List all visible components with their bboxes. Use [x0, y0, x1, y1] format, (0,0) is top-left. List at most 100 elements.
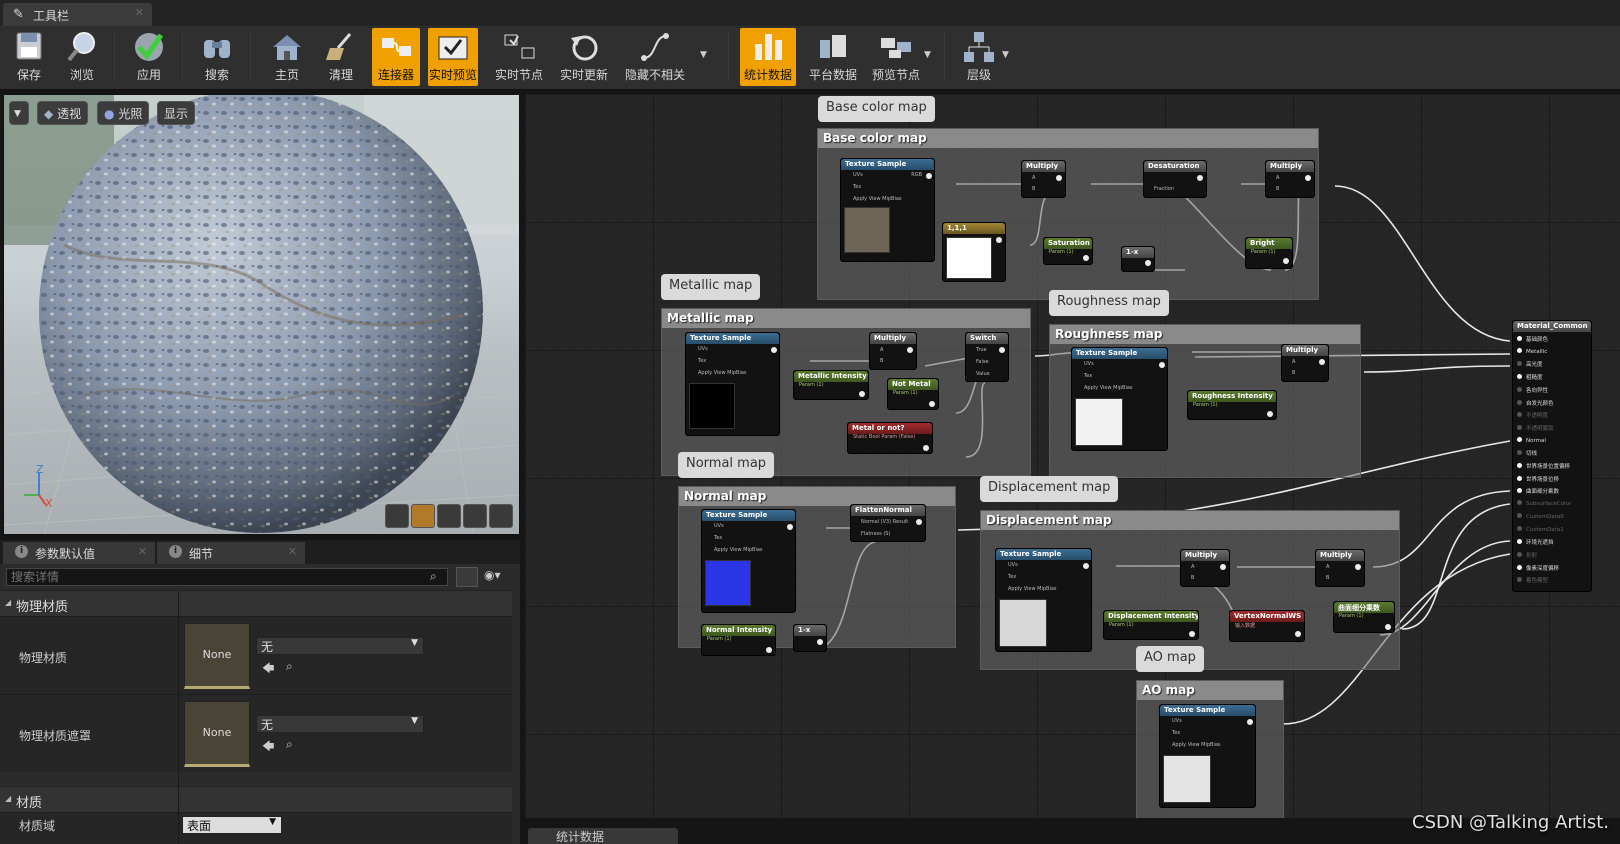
subdivision-param-node[interactable]: 曲面细分乘数 Param (1) [1333, 601, 1395, 633]
texture-sample-node[interactable]: Texture Sample UVs Tex Apply View MipBia… [1071, 347, 1168, 451]
close-icon[interactable]: ✕ [288, 545, 297, 558]
material-input-pin[interactable]: 世界场景位移 [1517, 475, 1559, 483]
eye-icon[interactable]: ◉▾ [484, 568, 501, 582]
search-icon[interactable]: ⌕ [286, 737, 293, 752]
material-input-pin[interactable]: 着色模型 [1517, 576, 1548, 584]
texture-sample-node[interactable]: Texture Sample UVs Tex Apply View MipBia… [701, 509, 796, 613]
clean-button[interactable]: 清理 [318, 28, 364, 86]
hide-unrelated-button[interactable]: 隐藏不相关 [620, 28, 690, 86]
multiply-node[interactable]: Multiply A B [1180, 549, 1230, 587]
material-input-pin[interactable]: 高光度 [1517, 360, 1543, 368]
sphere-icon[interactable] [411, 504, 435, 528]
material-input-pin[interactable]: Normal [1517, 436, 1546, 444]
switch-node[interactable]: Switch True False Value [965, 332, 1009, 382]
category-material[interactable]: ◢ 材质 [0, 786, 512, 812]
material-input-pin[interactable]: 不透明度 [1517, 411, 1548, 419]
asset-thumbnail[interactable]: None [184, 623, 250, 689]
close-icon[interactable]: ✕ [138, 545, 147, 558]
multiply-node[interactable]: Multiply A B [1315, 549, 1365, 587]
comment-tag-roughness[interactable]: Roughness map [1049, 290, 1169, 316]
material-input-pin[interactable]: 自发光颜色 [1517, 399, 1554, 407]
connectors-button[interactable]: 连接器 [372, 28, 420, 86]
not-metal-param-node[interactable]: Not Metal Param (1) [887, 378, 939, 410]
material-input-pin[interactable]: 不透明蒙版 [1517, 424, 1554, 432]
multiply-node[interactable]: Multiply A B [869, 332, 917, 370]
close-icon[interactable]: ✕ [135, 6, 144, 19]
desaturation-node[interactable]: Desaturation Fraction [1143, 160, 1207, 198]
stats-button[interactable]: 统计数据 [740, 28, 796, 86]
metal-or-not-node[interactable]: Metal or not? Static Bool Param (False) [847, 422, 933, 454]
material-input-pin[interactable]: 曲面细分乘数 [1517, 487, 1559, 495]
material-input-pin[interactable]: 折射 [1517, 551, 1537, 559]
output-pin[interactable] [926, 173, 932, 179]
tab-params[interactable]: i 参数默认值 ✕ [3, 542, 155, 564]
chevron-down-icon[interactable]: ▼ [924, 50, 931, 60]
arrow-left-icon[interactable]: 🡄 [262, 659, 274, 680]
perspective-button[interactable]: ◆ 透视 [37, 101, 89, 125]
hierarchy-button[interactable]: 层级 [956, 28, 1002, 86]
search-button[interactable]: 搜索 [194, 28, 240, 86]
search-input[interactable] [6, 568, 448, 586]
material-input-pin[interactable]: 各向异性 [1517, 386, 1548, 394]
material-input-pin[interactable]: 粗糙度 [1517, 373, 1543, 381]
comment-tag-base-color[interactable]: Base color map [818, 96, 935, 122]
vertex-normal-node[interactable]: VertexNormalWS 输入数据 [1229, 610, 1305, 642]
material-input-pin[interactable]: SubsurfaceColor [1517, 500, 1571, 507]
saturation-param-node[interactable]: Saturation Param (1) [1043, 237, 1093, 265]
home-button[interactable]: 主页 [264, 28, 310, 86]
material-input-pin[interactable]: 切线 [1517, 449, 1537, 457]
search-icon[interactable]: ⌕ [286, 659, 293, 674]
normal-intensity-node[interactable]: Normal Intensity Param (1) [701, 624, 776, 656]
plane-icon[interactable] [437, 504, 461, 528]
tab-toolbar[interactable]: ✎ 工具栏 ✕ [3, 3, 152, 26]
cylinder-icon[interactable] [385, 504, 409, 528]
metallic-intensity-node[interactable]: Metallic Intensity Param (1) [793, 370, 869, 400]
teapot-icon[interactable] [489, 504, 513, 528]
chevron-down-icon[interactable]: ▼ [1002, 50, 1009, 60]
comment-tag-normal[interactable]: Normal map [678, 452, 775, 478]
live-preview-button[interactable]: 实时预览 [428, 28, 478, 86]
apply-button[interactable]: 应用 [126, 28, 172, 86]
texture-sample-node[interactable]: Texture Sample UVs Tex Apply View MipBia… [685, 332, 780, 436]
flatten-normal-node[interactable]: FlattenNormal Normal (V3) Result Flatnes… [850, 504, 926, 542]
preview-viewport[interactable]: Z X ▼ ◆ 透视 ● 光照 显示 [3, 94, 520, 535]
platform-stats-button[interactable]: 平台数据 [806, 28, 860, 86]
multiply-node[interactable]: Multiply A B [1021, 160, 1066, 198]
material-input-pin[interactable]: CustomData0 [1517, 512, 1564, 520]
material-domain-select[interactable]: 表面 ▼ [182, 816, 282, 834]
asset-combo[interactable]: 无 ▼ [256, 637, 424, 655]
material-graph[interactable]: Base color map Base color map Texture Sa… [525, 94, 1620, 818]
bright-param-node[interactable]: Bright Param (1) [1245, 237, 1293, 269]
texture-sample-node[interactable]: Texture Sample UVs Tex Apply View MipBia… [995, 548, 1092, 652]
material-input-pin[interactable]: 世界场景位置偏移 [1517, 462, 1570, 470]
material-input-pin[interactable]: CustomData1 [1517, 525, 1564, 533]
category-physical-material[interactable]: ◢ 物理材质 [0, 590, 512, 616]
tab-stats[interactable]: 统计数据 [528, 828, 678, 844]
constant-node[interactable]: 1,1,1 [942, 222, 1006, 282]
live-nodes-button[interactable]: 实时节点 [492, 28, 546, 86]
multiply-node[interactable]: Multiply A B [1265, 160, 1315, 198]
comment-tag-displacement[interactable]: Displacement map [980, 476, 1119, 502]
texture-sample-node[interactable]: Texture Sample UVs Tex Apply View MipBia… [840, 158, 935, 262]
preview-node-button[interactable]: 预览节点 [868, 28, 924, 86]
material-input-pin[interactable]: 基础颜色 [1517, 335, 1548, 343]
one-minus-node[interactable]: 1-x [793, 624, 827, 652]
arrow-left-icon[interactable]: 🡄 [262, 737, 274, 758]
viewport-menu-button[interactable]: ▼ [9, 101, 29, 125]
multiply-node[interactable]: Multiply A B [1281, 344, 1329, 382]
chevron-down-icon[interactable]: ▼ [700, 50, 707, 60]
live-update-button[interactable]: 实时更新 [556, 28, 612, 86]
save-button[interactable]: 保存 [6, 28, 52, 86]
show-button[interactable]: 显示 [157, 101, 196, 125]
material-input-pin[interactable]: 像素深度偏移 [1517, 564, 1559, 572]
material-result-node[interactable]: Material_Common 基础颜色 Metallic 高光度 粗糙度 各向异性 自发… [1512, 320, 1592, 592]
one-minus-node[interactable]: 1-x [1121, 246, 1155, 272]
comment-tag-metallic[interactable]: Metallic map [661, 274, 761, 300]
material-input-pin[interactable]: Metallic [1517, 347, 1547, 355]
texture-sample-node[interactable]: Texture Sample UVs Tex Apply View MipBia… [1159, 704, 1256, 808]
search-icon[interactable]: ⌕ [430, 569, 437, 584]
roughness-intensity-node[interactable]: Roughness Intensity Param (1) [1187, 390, 1277, 420]
cube-icon[interactable] [463, 504, 487, 528]
material-input-pin[interactable]: 环境光遮挡 [1517, 538, 1554, 546]
asset-thumbnail[interactable]: None [184, 701, 250, 767]
